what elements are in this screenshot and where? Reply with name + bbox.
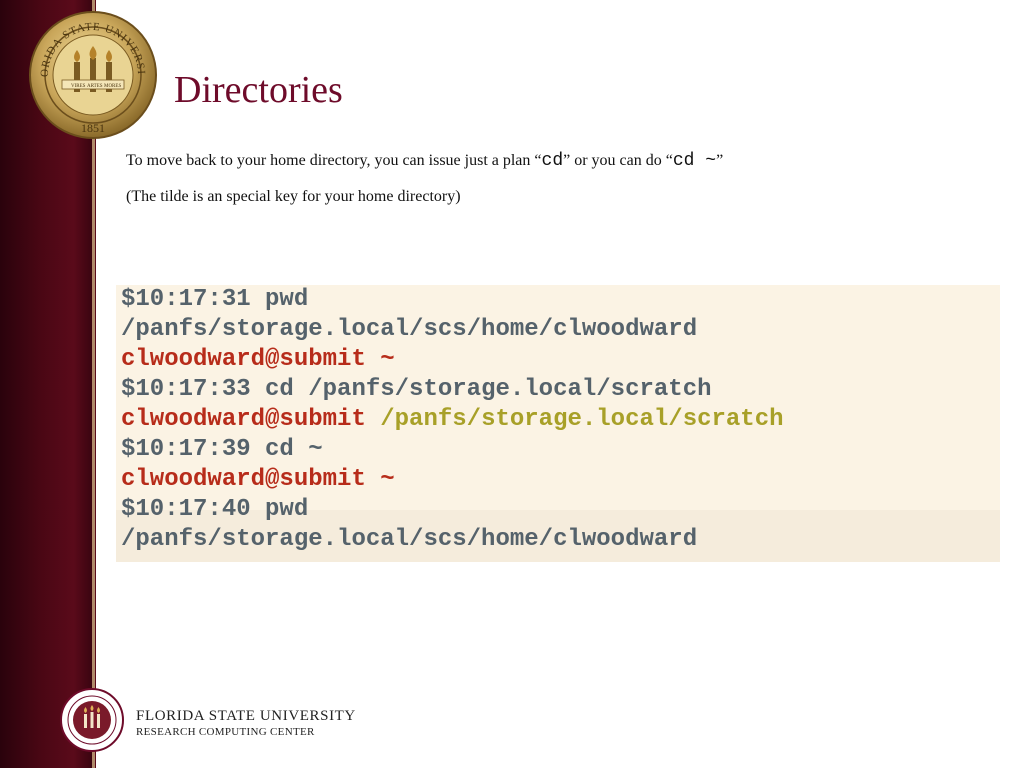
svg-text:ARTES: ARTES (87, 84, 103, 89)
body-line-home-directory: To move back to your home directory, you… (126, 149, 723, 173)
body-line-tilde-note: (The tilde is an special key for your ho… (126, 188, 461, 205)
terminal-line: $10:17:39 cd ~ (121, 436, 323, 463)
terminal-line: clwoodward@submit ~ (121, 466, 395, 493)
terminal-line: /panfs/storage.local/scs/home/clwoodward (121, 316, 698, 343)
fsu-seal-logo: FLORIDA STATE UNIVERSITY VIRES ARTES MOR… (28, 10, 157, 139)
inline-code-cd: cd (541, 151, 564, 171)
svg-text:VIRES: VIRES (71, 84, 86, 89)
body-text: ” (716, 152, 724, 169)
terminal-line: $10:17:31 pwd (121, 286, 309, 313)
inline-code-cd-tilde: cd ~ (672, 151, 717, 171)
svg-text:MORES: MORES (104, 84, 121, 89)
footer-university-name: FLORIDA STATE UNIVERSITY (136, 708, 356, 724)
terminal-line: clwoodward@submit /panfs/storage.local/s… (121, 406, 784, 433)
body-text: To move back to your home directory, you… (126, 152, 542, 169)
terminal-output: $10:17:31 pwd /panfs/storage.local/scs/h… (116, 285, 1000, 562)
slide-title: Directories (174, 69, 343, 111)
body-text: ” or you can do “ (563, 152, 673, 169)
terminal-line: clwoodward@submit ~ (121, 346, 395, 373)
footer-center-name: RESEARCH COMPUTING CENTER (136, 726, 315, 738)
terminal-line: $10:17:40 pwd (121, 496, 309, 523)
fsu-seal-small-logo (60, 688, 124, 752)
terminal-line: /panfs/storage.local/scs/home/clwoodward (121, 526, 698, 553)
terminal-line: $10:17:33 cd /panfs/storage.local/scratc… (121, 376, 712, 403)
svg-text:1851: 1851 (81, 121, 105, 135)
